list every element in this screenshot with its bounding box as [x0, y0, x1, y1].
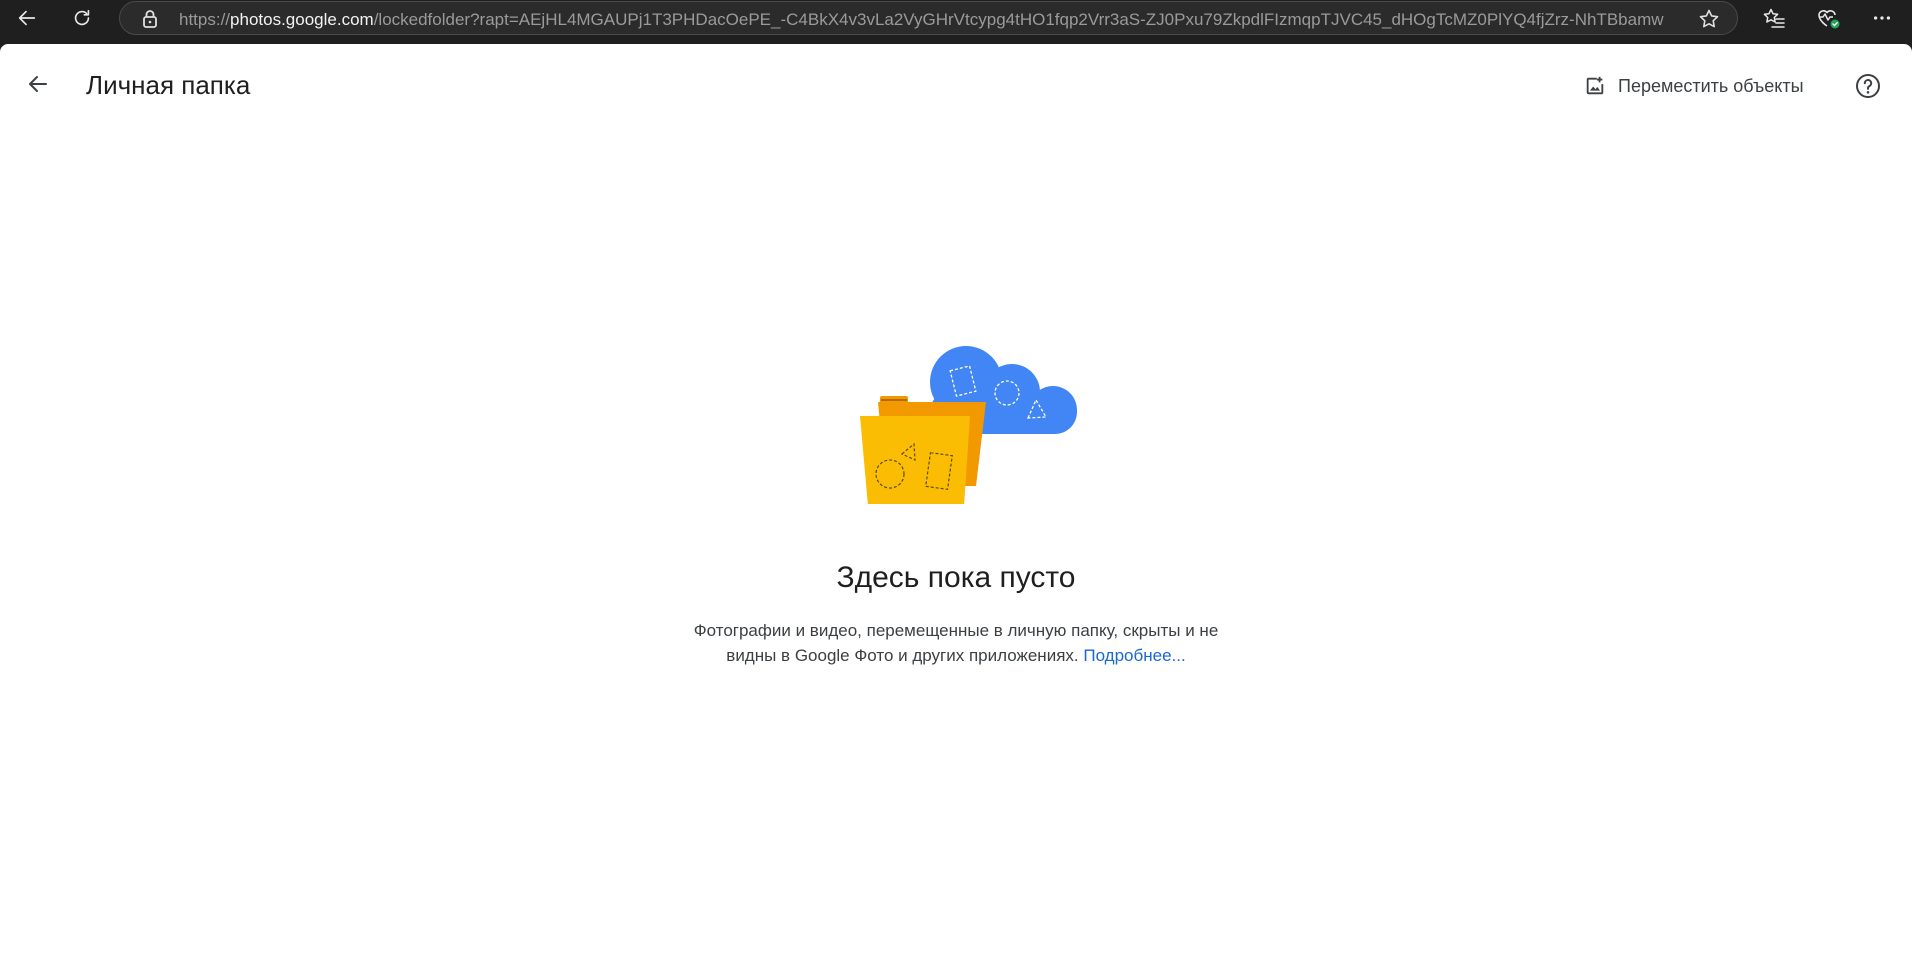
browser-reload-button[interactable]: [60, 0, 104, 36]
move-items-button[interactable]: Переместить объекты: [1572, 66, 1816, 106]
back-button[interactable]: [18, 64, 58, 104]
url-scheme: https://: [179, 10, 231, 29]
learn-more-link[interactable]: Подробнее...: [1083, 646, 1185, 665]
reload-icon: [74, 9, 90, 26]
description-line-1: Фотографии и видео, перемещенные в личну…: [693, 621, 1219, 640]
browser-menu-button[interactable]: [1860, 0, 1904, 36]
address-bar[interactable]: https://photos.google.com/lockedfolder?r…: [119, 1, 1738, 35]
favorites-icon: [1763, 8, 1785, 28]
folder-illustration: [860, 396, 986, 504]
help-button[interactable]: [1846, 64, 1890, 108]
page-content: Личная папка Переместить объекты Здесь п…: [0, 44, 1912, 965]
url-text: https://photos.google.com/lockedfolder?r…: [179, 10, 1667, 30]
page-title: Личная папка: [86, 70, 251, 100]
star-icon[interactable]: [1697, 7, 1721, 31]
arrow-left-icon: [18, 10, 36, 26]
empty-folder-illustration: [860, 346, 1077, 504]
arrow-left-icon: [29, 76, 47, 92]
browser-essentials-button[interactable]: [1806, 0, 1850, 36]
heart-pulse-icon: [1818, 10, 1840, 29]
move-items-label: Переместить объекты: [1618, 75, 1804, 96]
url-path: /lockedfolder?rapt=AEjHL4MGAUPj1T3PHDacO…: [373, 10, 1664, 29]
empty-state-description: Фотографии и видео, перемещенные в личну…: [656, 618, 1256, 668]
help-icon: [1856, 74, 1880, 98]
browser-toolbar: https://photos.google.com/lockedfolder?r…: [0, 0, 1912, 40]
browser-back-button[interactable]: [5, 0, 49, 36]
empty-state-title: Здесь пока пусто: [836, 561, 1076, 594]
more-horizontal-icon: [1873, 16, 1891, 20]
url-host: photos.google.com: [230, 10, 374, 29]
favorites-button[interactable]: [1752, 0, 1796, 36]
add-photo-icon: [1586, 76, 1604, 95]
lock-icon: [143, 10, 157, 28]
description-line-2: видны в Google Фото и других приложениях…: [726, 646, 1084, 665]
